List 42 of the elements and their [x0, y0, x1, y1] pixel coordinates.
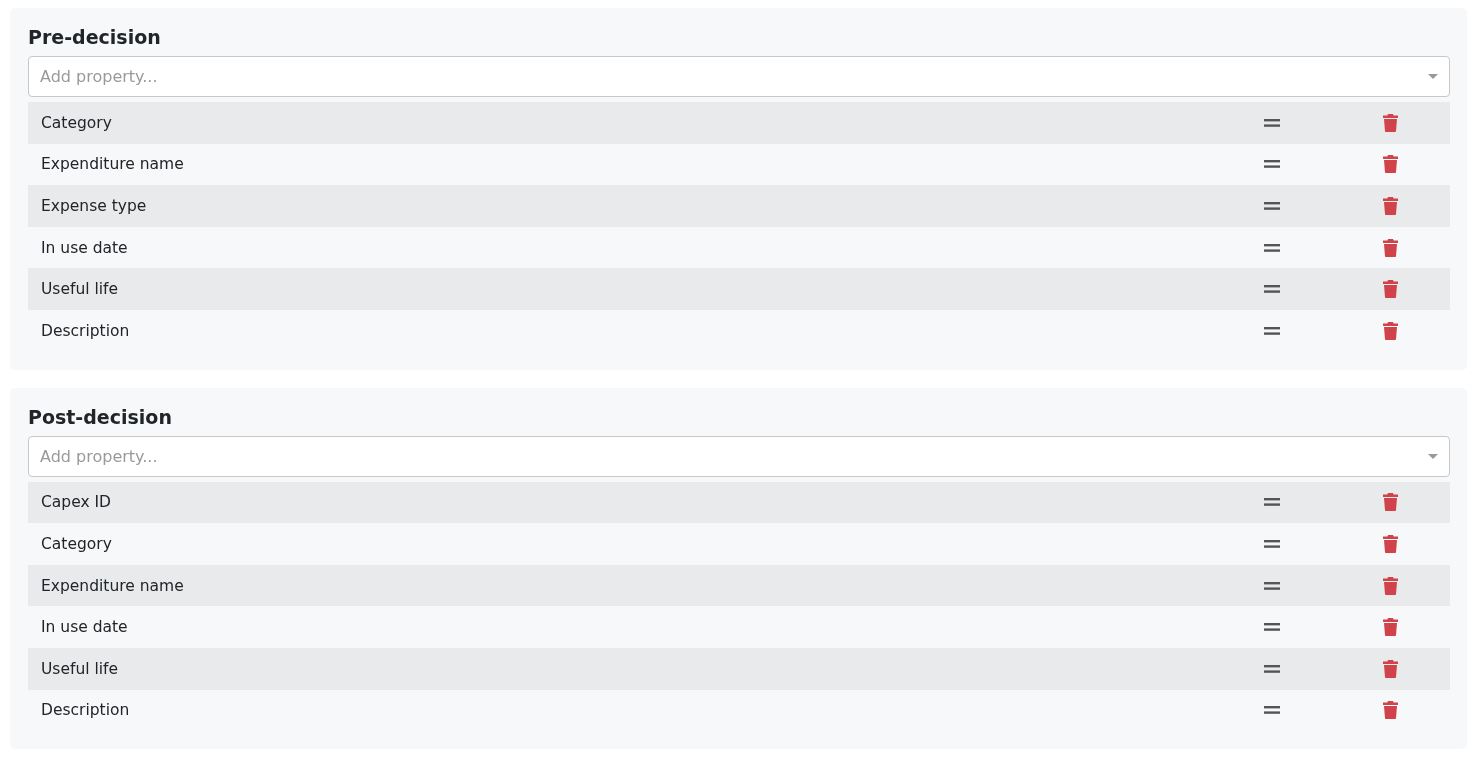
delete-icon[interactable]	[1383, 155, 1398, 174]
property-name: Category	[40, 113, 113, 132]
property-name: Category	[40, 534, 113, 553]
add-property-field[interactable]: Add property...	[28, 435, 1450, 477]
delete-icon[interactable]	[1383, 659, 1398, 678]
drag-handle-icon[interactable]	[1264, 285, 1280, 294]
property-name: Expenditure name	[40, 155, 185, 174]
drag-handle-icon[interactable]	[1264, 498, 1280, 507]
drag-handle-icon[interactable]	[1264, 118, 1280, 127]
drag-handle-icon[interactable]	[1264, 539, 1280, 548]
drag-handle-icon[interactable]	[1264, 706, 1280, 715]
property-name: Expense type	[40, 197, 148, 215]
property-name: Capex ID	[40, 493, 113, 512]
drag-handle-icon[interactable]	[1264, 581, 1280, 590]
property-name: Useful life	[40, 280, 120, 299]
delete-icon[interactable]	[1383, 701, 1398, 720]
drag-handle-icon[interactable]	[1264, 160, 1280, 169]
delete-icon[interactable]	[1383, 238, 1398, 257]
section-title: Pre-decision	[28, 25, 162, 50]
property-name: Description	[40, 701, 131, 720]
drag-handle-icon[interactable]	[1264, 243, 1280, 252]
property-name: Description	[40, 321, 131, 340]
delete-icon[interactable]	[1383, 113, 1398, 132]
section-title: Post-decision	[28, 404, 173, 430]
delete-icon[interactable]	[1383, 197, 1398, 215]
add-property-field[interactable]: Add property...	[28, 56, 1450, 97]
delete-icon[interactable]	[1383, 576, 1398, 595]
drag-handle-icon[interactable]	[1264, 326, 1280, 335]
property-name: Useful life	[40, 659, 120, 678]
caret-icon	[1428, 453, 1438, 459]
delete-icon[interactable]	[1383, 280, 1398, 299]
delete-icon[interactable]	[1383, 618, 1398, 637]
property-name: In use date	[40, 618, 129, 637]
delete-icon[interactable]	[1383, 493, 1398, 512]
drag-handle-icon[interactable]	[1264, 202, 1280, 210]
property-name: Expenditure name	[40, 576, 185, 595]
caret-icon	[1428, 74, 1438, 79]
property-name: In use date	[40, 238, 129, 257]
drag-handle-icon[interactable]	[1264, 623, 1280, 632]
delete-icon[interactable]	[1383, 321, 1398, 340]
drag-handle-icon[interactable]	[1264, 664, 1280, 673]
delete-icon[interactable]	[1383, 534, 1398, 553]
